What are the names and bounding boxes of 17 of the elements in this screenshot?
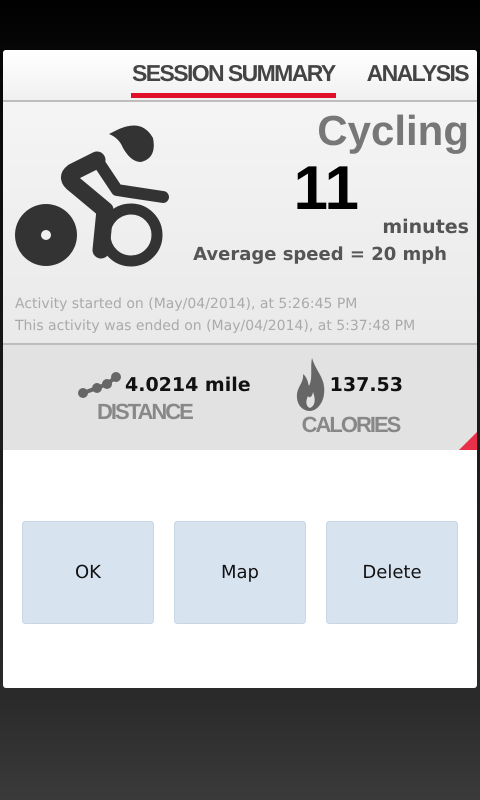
stat-label: DISTANCE (97, 398, 194, 424)
corner-triangle-icon (459, 432, 477, 450)
dotted-line-icon (77, 370, 121, 398)
action-button[interactable]: Delete (326, 521, 458, 624)
end-time-text: This activity was ended on (May/04/2014), at 5:37:48 PM (15, 317, 416, 336)
duration-unit: minutes (382, 216, 469, 238)
tab[interactable]: ANALYSIS (366, 50, 469, 98)
action-button[interactable]: OK (22, 521, 154, 624)
stat-label: CALORIES (302, 412, 401, 438)
flame-icon (296, 358, 326, 412)
start-time-text: Activity started on (May/04/2014), at 5:26:45 PM (15, 295, 358, 314)
duration-value: 11 (293, 158, 359, 220)
stat-value: 4.0214 mile (125, 374, 251, 396)
activity-title: Cycling (317, 110, 469, 152)
average-speed: Average speed = 20 mph (193, 244, 447, 265)
stat-value: 137.53 (330, 374, 403, 396)
action-button[interactable]: Map (174, 521, 306, 624)
